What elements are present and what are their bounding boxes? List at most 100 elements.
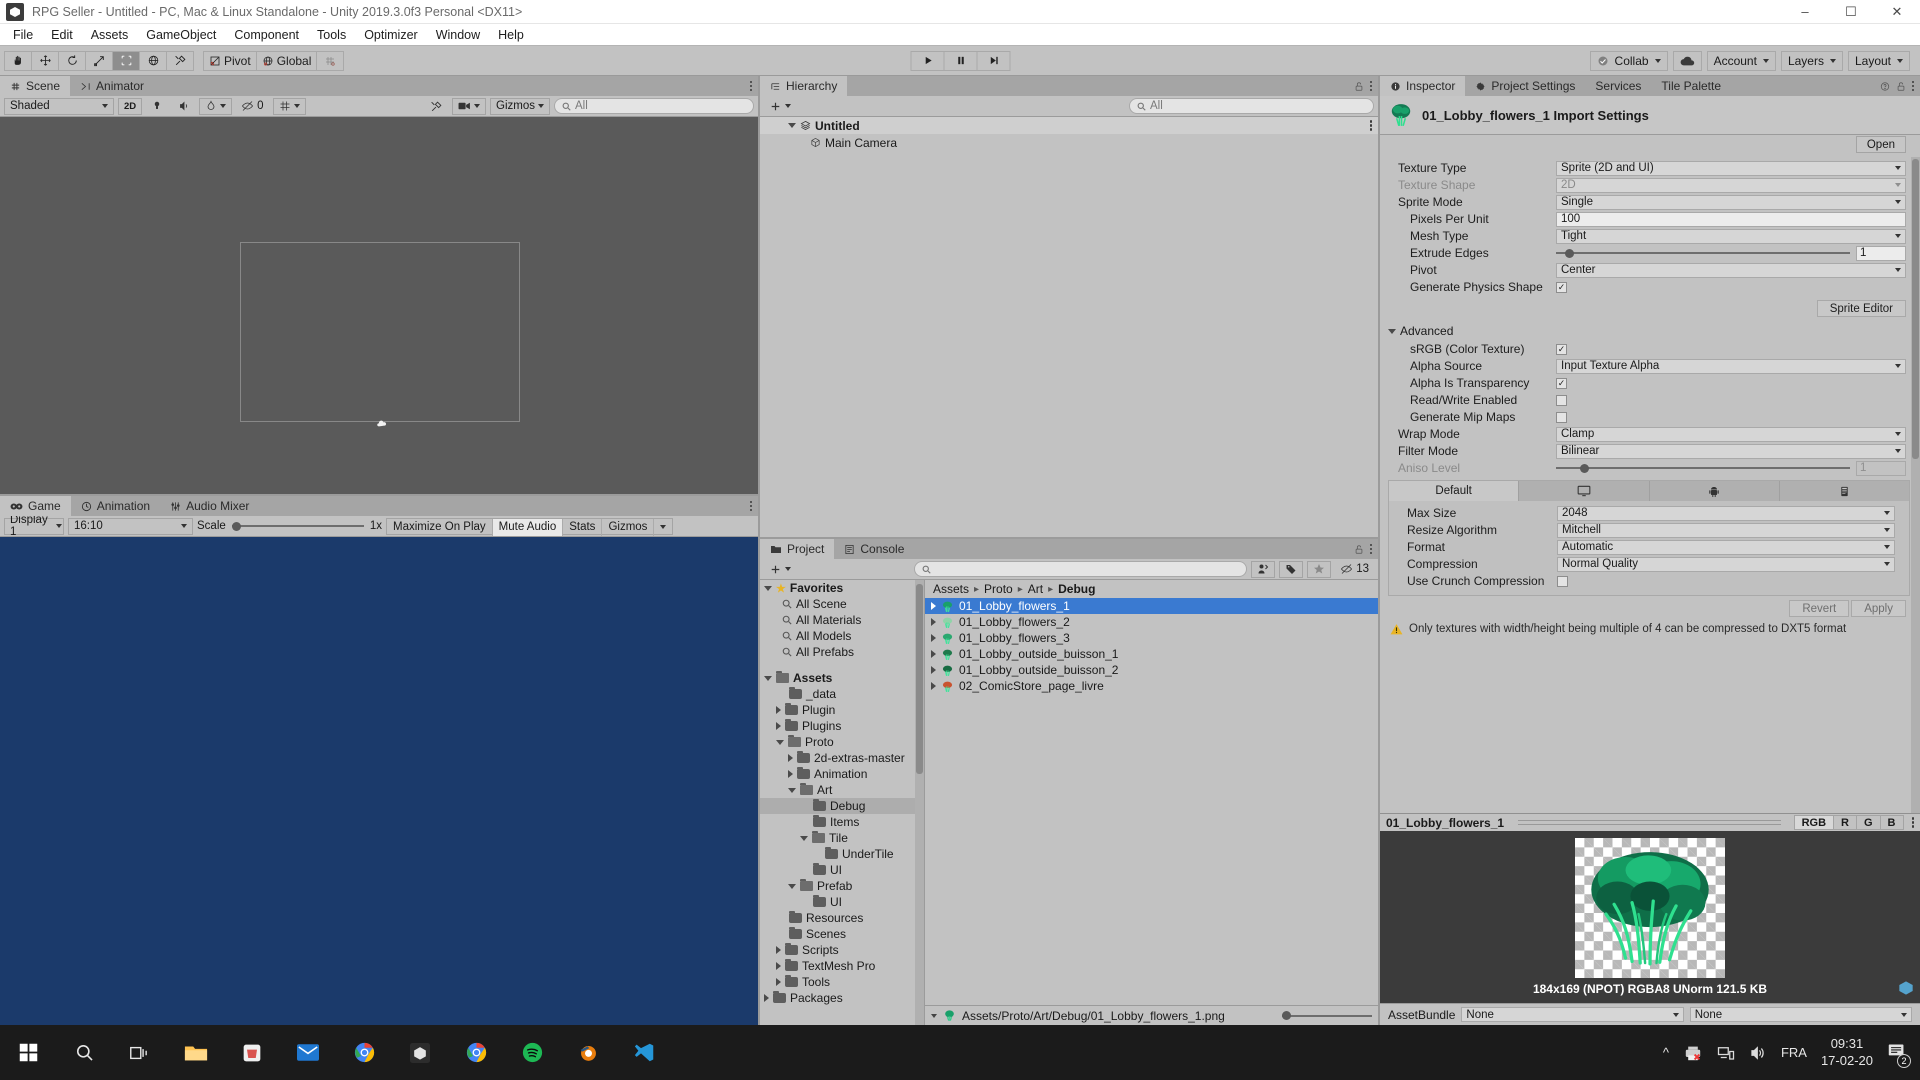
inspector-body[interactable]: Texture Type Sprite (2D and UI) Texture Sh… [1380, 157, 1920, 813]
project-tree-item[interactable]: Tools [760, 974, 924, 990]
tray-expand-icon[interactable]: ^ [1663, 1045, 1669, 1060]
chevron-right-icon[interactable] [776, 722, 781, 730]
inspector-checkbox[interactable] [1557, 575, 1568, 587]
inspector-checkbox[interactable] [1556, 411, 1567, 423]
menu-assets[interactable]: Assets [82, 26, 138, 44]
chevron-right-icon[interactable] [788, 770, 793, 778]
assetbundle-variant-dropdown[interactable]: None [1689, 1007, 1913, 1022]
channel-b-button[interactable]: B [1879, 815, 1904, 830]
inspector-checkbox[interactable]: ✓ [1556, 377, 1567, 389]
project-tree-item[interactable]: Plugin [760, 702, 924, 718]
scene-lighting-icon[interactable] [146, 98, 168, 115]
mute-audio-button[interactable]: Mute Audio [491, 518, 563, 536]
chevron-down-icon[interactable] [776, 739, 784, 745]
volume-icon[interactable] [1749, 1045, 1767, 1061]
revert-button[interactable]: Revert [1789, 600, 1850, 617]
start-button[interactable] [0, 1025, 56, 1080]
project-tree-item[interactable]: Scripts [760, 942, 924, 958]
assets-root-row[interactable]: Assets [760, 670, 924, 686]
favorite-all-prefabs[interactable]: All Prefabs [760, 644, 924, 660]
play-button[interactable] [910, 50, 945, 71]
project-hidden-count[interactable]: 13 [1335, 561, 1374, 578]
project-tree-item[interactable]: Art [760, 782, 924, 798]
mail-button[interactable] [280, 1025, 336, 1080]
unity-hub-button[interactable] [392, 1025, 448, 1080]
scene-gizmos-dropdown[interactable]: Gizmos [490, 97, 550, 115]
help-icon[interactable] [1880, 81, 1890, 92]
project-folder-tree[interactable]: ★ Favorites All Scene All Materials All … [760, 580, 925, 1025]
move-tool-icon[interactable] [31, 50, 59, 71]
scene-menu-icon[interactable] [749, 80, 752, 92]
rect-tool-icon[interactable] [112, 50, 140, 71]
open-button[interactable]: Open [1855, 136, 1906, 153]
inspector-dropdown[interactable]: Single [1556, 194, 1906, 210]
spotify-button[interactable] [504, 1025, 560, 1080]
pivot-toggle[interactable]: Pivot [203, 50, 257, 71]
close-button[interactable]: ✕ [1874, 0, 1920, 23]
project-tree-scrollbar[interactable] [915, 580, 924, 1025]
inspector-slider[interactable]: 1 [1556, 245, 1906, 261]
inspector-dropdown[interactable]: Tight [1556, 228, 1906, 244]
inspector-checkbox[interactable]: ✓ [1556, 281, 1567, 293]
chevron-right-icon[interactable] [931, 602, 936, 610]
tab-animator[interactable]: Animator [70, 76, 155, 96]
chrome-button[interactable] [336, 1025, 392, 1080]
favorite-all-materials[interactable]: All Materials [760, 612, 924, 628]
platform-tab-webgl[interactable] [1780, 481, 1909, 501]
scale-tool-icon[interactable] [85, 50, 113, 71]
scene-grid-dropdown[interactable] [272, 97, 306, 115]
project-tree-item[interactable]: Proto [760, 734, 924, 750]
collab-button[interactable]: Collab [1589, 50, 1668, 71]
chevron-down-icon[interactable] [931, 1013, 937, 1018]
project-tree-item[interactable]: UnderTile [760, 846, 924, 862]
inspector-menu-icon[interactable] [1911, 80, 1914, 92]
project-tree-item[interactable]: Items [760, 814, 924, 830]
hierarchy-item-main-camera[interactable]: Main Camera [760, 134, 1378, 151]
chevron-right-icon[interactable] [931, 618, 936, 626]
tab-animation[interactable]: Animation [70, 496, 161, 516]
assetbundle-dropdown[interactable]: None [1461, 1007, 1684, 1022]
sprite-editor-button[interactable]: Sprite Editor [1816, 300, 1906, 317]
account-button[interactable]: Account [1706, 50, 1776, 71]
inspector-dropdown[interactable]: Center [1556, 262, 1906, 278]
chevron-down-icon[interactable] [1388, 328, 1396, 334]
lock-icon[interactable] [1354, 81, 1364, 92]
scene-search-input[interactable]: All [554, 98, 754, 114]
inspector-dropdown[interactable]: Bilinear [1556, 443, 1906, 459]
menu-window[interactable]: Window [427, 26, 489, 44]
project-tree-item[interactable]: UI [760, 894, 924, 910]
breadcrumb-proto[interactable]: Proto [984, 582, 1013, 596]
file-list-item[interactable]: 01_Lobby_flowers_1 [925, 598, 1378, 614]
menu-optimizer[interactable]: Optimizer [355, 26, 426, 44]
file-rows[interactable]: 01_Lobby_flowers_1 01_Lobby_flowers_2 01_L… [925, 598, 1378, 1005]
printer-error-icon[interactable] [1683, 1045, 1703, 1061]
inspector-dropdown[interactable]: Clamp [1556, 426, 1906, 442]
tab-services[interactable]: Services [1585, 76, 1652, 96]
project-filter-type-icon[interactable] [1251, 560, 1276, 578]
zoom-track[interactable] [1282, 1011, 1372, 1020]
game-menu-icon[interactable] [749, 500, 752, 512]
project-tree-item[interactable]: UI [760, 862, 924, 878]
game-gizmos-button[interactable]: Gizmos [601, 518, 653, 536]
hierarchy-menu-icon[interactable] [1369, 80, 1372, 92]
game-gizmos-dropdown[interactable] [653, 518, 672, 536]
file-list-item[interactable]: 01_Lobby_outside_buisson_1 [925, 646, 1378, 662]
project-filter-label-icon[interactable] [1279, 560, 1304, 578]
inspector-dropdown[interactable]: Sprite (2D and UI) [1556, 160, 1906, 176]
hierarchy-add-button[interactable] [764, 98, 796, 115]
maximize-button[interactable]: ☐ [1828, 0, 1874, 23]
clock[interactable]: 09:31 17-02-20 [1821, 1036, 1873, 1069]
chevron-right-icon[interactable] [931, 682, 936, 690]
inspector-dropdown[interactable]: Mitchell [1557, 522, 1895, 538]
global-toggle[interactable]: Global [255, 50, 318, 71]
tab-project[interactable]: Project [760, 539, 835, 559]
chevron-down-icon[interactable] [788, 123, 796, 128]
scene-effects-dropdown[interactable] [199, 97, 233, 115]
inspector-slider-value[interactable]: 1 [1856, 460, 1906, 476]
game-aspect-dropdown[interactable]: 16:10 [68, 517, 193, 535]
tab-hierarchy[interactable]: Hierarchy [760, 76, 848, 96]
scene-audio-icon[interactable] [172, 98, 195, 115]
chevron-right-icon[interactable] [931, 666, 936, 674]
hand-tool-icon[interactable] [4, 50, 32, 71]
favorites-row[interactable]: ★ Favorites [760, 580, 924, 596]
